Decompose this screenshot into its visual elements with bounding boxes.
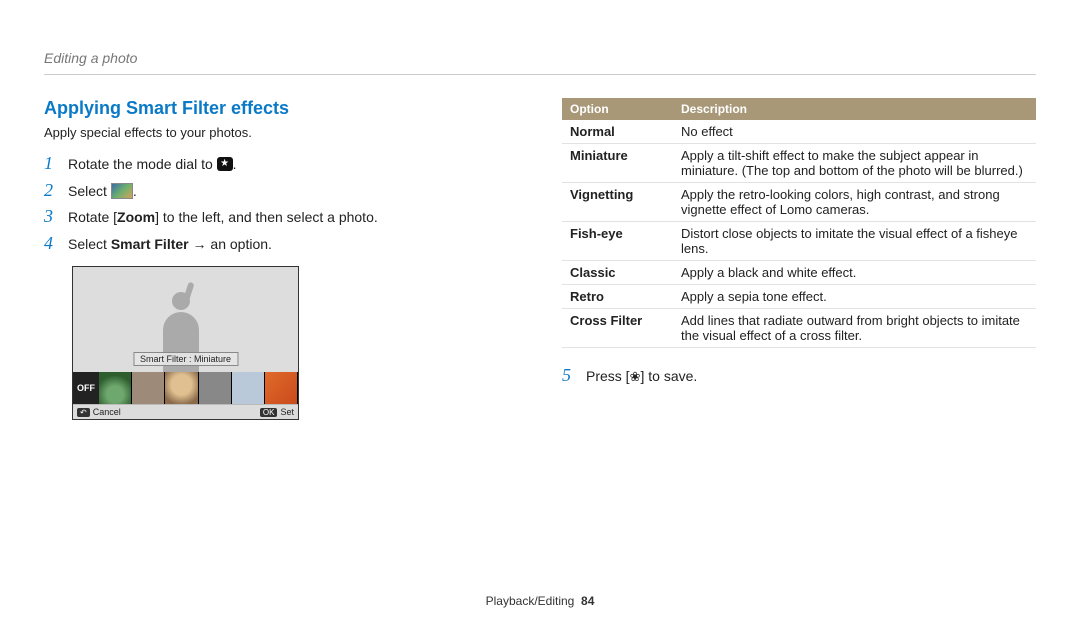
intro-text: Apply special effects to your photos. (44, 125, 524, 140)
table-row: RetroApply a sepia tone effect. (562, 285, 1036, 309)
breadcrumb: Editing a photo (44, 50, 137, 66)
camera-screen-preview: Smart Filter : Miniature OFF ↶Cancel OKS… (72, 266, 299, 420)
table-row: VignettingApply the retro-looking colors… (562, 183, 1036, 222)
mode-dial-icon: ★ (217, 157, 233, 171)
step-number: 2 (44, 181, 58, 201)
photo-edit-icon (111, 183, 133, 199)
filter-thumb (265, 372, 298, 404)
footer-section: Playback/Editing (486, 594, 575, 608)
table-header-description: Description (673, 98, 1036, 120)
table-row: NormalNo effect (562, 120, 1036, 144)
filter-options-table: Option Description NormalNo effect Minia… (562, 98, 1036, 348)
filter-thumb (132, 372, 165, 404)
page-footer: Playback/Editing 84 (0, 594, 1080, 608)
steps-list-cont: 5 Press [❀] to save. (562, 366, 1036, 387)
cancel-label: ↶Cancel (77, 407, 121, 417)
step-number: 3 (44, 207, 58, 227)
step-number: 5 (562, 366, 576, 386)
step-text: Select Smart Filter → an option. (68, 234, 272, 255)
preview-image-area: Smart Filter : Miniature (73, 267, 298, 372)
steps-list: 1 Rotate the mode dial to ★. 2 Select . … (44, 154, 524, 254)
preview-button-bar: ↶Cancel OKSet (73, 404, 298, 419)
step-text: Select . (68, 181, 137, 202)
divider (44, 74, 1036, 75)
preview-filter-label: Smart Filter : Miniature (133, 352, 238, 366)
filter-filmstrip: OFF (73, 372, 298, 404)
set-label: OKSet (260, 407, 294, 417)
step-text: Rotate [Zoom] to the left, and then sele… (68, 207, 378, 228)
filter-thumb (199, 372, 232, 404)
step-number: 1 (44, 154, 58, 174)
filter-off-thumb: OFF (73, 372, 99, 404)
table-header-option: Option (562, 98, 673, 120)
page-number: 84 (581, 594, 594, 608)
step-text: Press [❀] to save. (586, 366, 697, 387)
table-row: ClassicApply a black and white effect. (562, 261, 1036, 285)
step-text: Rotate the mode dial to ★. (68, 154, 237, 175)
macro-button-icon: ❀ (630, 368, 641, 386)
table-row: MiniatureApply a tilt-shift effect to ma… (562, 144, 1036, 183)
filter-thumb (165, 372, 198, 404)
filter-thumb (99, 372, 132, 404)
table-row: Fish-eyeDistort close objects to imitate… (562, 222, 1036, 261)
section-title: Applying Smart Filter effects (44, 98, 524, 119)
step-number: 4 (44, 234, 58, 254)
table-row: Cross FilterAdd lines that radiate outwa… (562, 309, 1036, 348)
filter-thumb (232, 372, 265, 404)
